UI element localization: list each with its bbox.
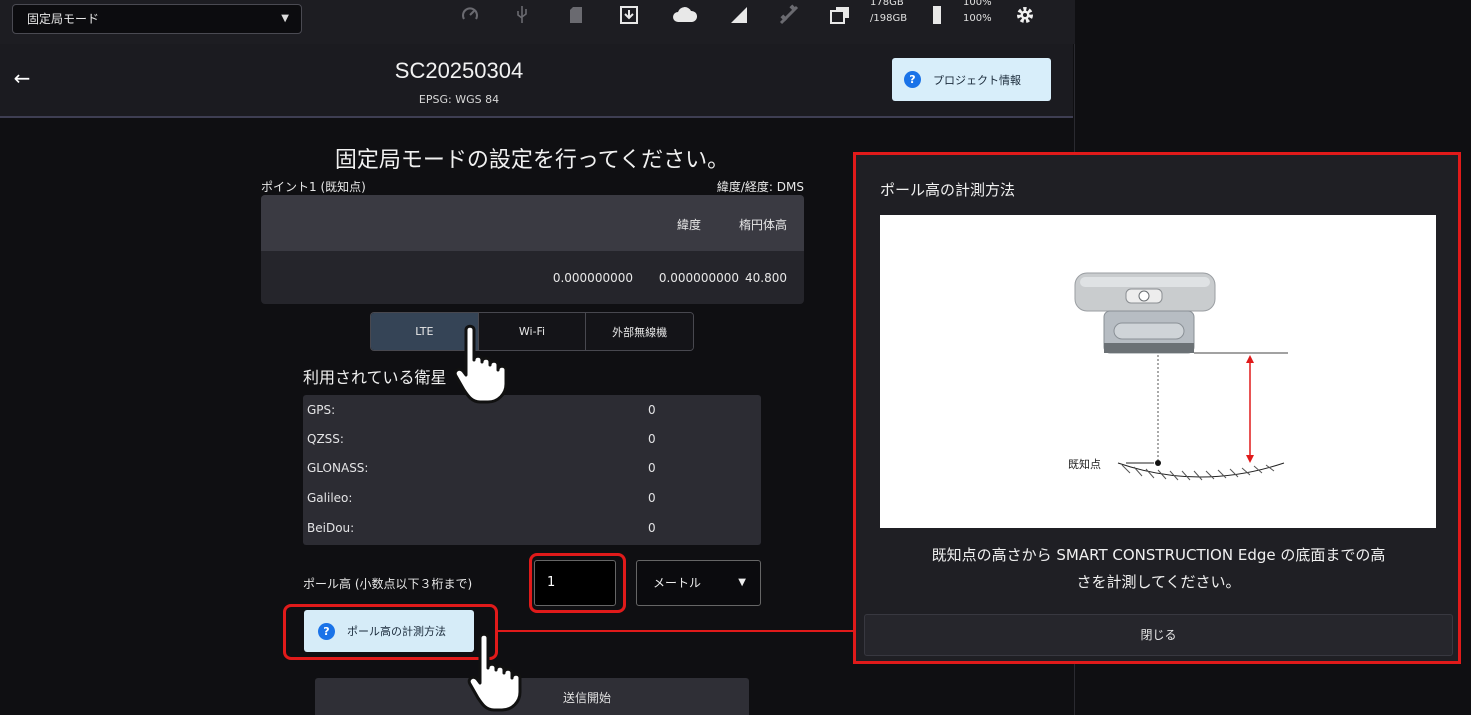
gauge-icon (458, 0, 482, 30)
status-bar: 固定局モード ▼ 178GB /198GB 100% 100% (0, 0, 1075, 44)
pole-height-illustration: 既知点 (880, 215, 1436, 528)
mode-select[interactable]: 固定局モード ▼ (12, 4, 302, 34)
coord-format-label: 緯度/経度: DMS (716, 180, 804, 194)
known-point-label: 既知点 (1068, 457, 1101, 471)
sat-name-gps: GPS: (307, 403, 336, 417)
sat-name-glonass: GLONASS: (307, 461, 369, 475)
project-header: ← SC20250304 EPSG: WGS 84 ? プロジェクト情報 (0, 44, 1073, 118)
communication-tabs: LTE Wi-Fi 外部無線機 (370, 312, 694, 351)
sat-name-qzss: QZSS: (307, 432, 344, 446)
sat-count-glonass: 0 (648, 461, 656, 475)
battery-pct-1: 100% (963, 0, 992, 8)
dialog-title: ポール高の計測方法 (880, 181, 1016, 199)
unit-select[interactable]: メートル ▼ (636, 560, 761, 606)
battery-icon (930, 0, 944, 30)
hand-pointer-icon (452, 322, 518, 410)
storage-used: 178GB (870, 0, 904, 8)
sat-count-beidou: 0 (648, 521, 656, 535)
highlight-connector-line (498, 630, 854, 632)
sat-count-gps: 0 (648, 403, 656, 417)
dialog-description: 既知点の高さから SMART CONSTRUCTION Edge の底面までの高… (866, 542, 1451, 596)
storage-total: /198GB (870, 13, 908, 24)
unit-select-value: メートル (653, 576, 702, 590)
help-icon: ? (904, 71, 921, 88)
usb-icon (512, 0, 532, 30)
sd-card-icon (566, 0, 586, 30)
cell-ellipsoid-height: 40.800 (745, 271, 787, 285)
hand-pointer-icon (466, 630, 532, 715)
satellite-icon (776, 0, 802, 30)
col-header-ellipsoid-height: 楕円体高 (738, 218, 787, 232)
signal-icon (728, 0, 750, 30)
chevron-down-icon: ▼ (738, 577, 746, 588)
pole-height-method-dialog: ポール高の計測方法 既知点 既知点の高さから SMART CONSTRUCTIO… (853, 152, 1461, 664)
battery-pct-2: 100% (963, 13, 992, 24)
mode-select-value: 固定局モード (27, 12, 100, 26)
layers-icon (828, 0, 852, 30)
cloud-icon (670, 0, 700, 30)
page-instruction: 固定局モードの設定を行ってください。 (334, 148, 730, 173)
dialog-description-line1: 既知点の高さから SMART CONSTRUCTION Edge の底面までの高 (931, 546, 1386, 564)
dialog-description-line2: さを計測してください。 (1076, 573, 1241, 591)
sat-name-galileo: Galileo: (307, 491, 353, 505)
sat-count-qzss: 0 (648, 432, 656, 446)
storage-indicator: 178GB /198GB (870, 0, 907, 25)
project-title: SC20250304 (394, 58, 524, 83)
start-transmission-button[interactable]: 送信開始 (315, 678, 749, 715)
battery-percentages: 100% 100% (963, 0, 992, 25)
cell-longitude: 0.000000000 (552, 271, 633, 285)
sat-count-galileo: 0 (648, 491, 656, 505)
point-label: ポイント1 (既知点) (261, 180, 366, 194)
highlight-pole-input (529, 553, 626, 613)
chevron-down-icon: ▼ (281, 13, 289, 24)
coordinate-table: 緯度 経度 楕円体高 0.000000000 0.000000000 40.80… (261, 195, 804, 304)
project-info-button[interactable]: ? プロジェクト情報 (892, 58, 1051, 101)
tab-external-radio[interactable]: 外部無線機 (586, 313, 693, 350)
download-icon (617, 0, 641, 30)
project-info-label: プロジェクト情報 (933, 73, 1021, 87)
satellites-heading: 利用されている衛星 (303, 368, 447, 387)
pole-height-label: ポール高 (小数点以下３桁まで) (303, 577, 473, 591)
sat-name-beidou: BeiDou: (307, 521, 355, 535)
project-epsg: EPSG: WGS 84 (418, 93, 500, 106)
gear-icon[interactable] (1013, 0, 1037, 30)
satellites-panel: GPS: 0 QZSS: 0 GLONASS: 0 Galileo: 0 Bei… (303, 395, 761, 545)
dialog-close-button[interactable]: 閉じる (864, 614, 1453, 656)
